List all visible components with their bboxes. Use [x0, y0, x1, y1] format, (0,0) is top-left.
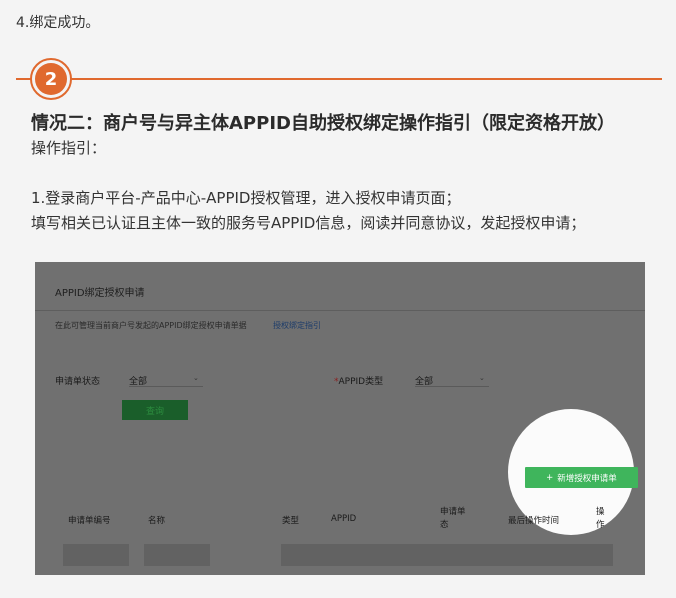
plus-icon: +	[546, 472, 554, 483]
filter-type-label: *APPID类型	[334, 374, 383, 387]
table-header-number: 申请单编号	[68, 516, 111, 526]
table-header-appid: APPID	[331, 514, 357, 524]
section-divider	[16, 78, 662, 80]
filter-type-label-text: APPID类型	[338, 377, 384, 387]
table-header-type: 类型	[282, 516, 300, 526]
screenshot-description: 在此可管理当前商户号发起的APPID绑定授权申请单据	[55, 321, 247, 330]
row-placeholder	[63, 544, 129, 566]
filter-status-label: 申请单状态	[55, 377, 101, 387]
step1-line1: 1.登录商户平台-产品中心-APPID授权管理，进入授权申请页面；	[31, 189, 461, 207]
chevron-down-icon: ⌄	[193, 374, 199, 382]
filter-status-select[interactable]: 全部 ⌄	[129, 370, 203, 387]
query-button[interactable]: 查询	[122, 400, 188, 420]
top-line: 4.绑定成功。	[16, 15, 100, 31]
guide-link[interactable]: 授权绑定指引	[273, 320, 321, 331]
section-number-badge: 2	[35, 63, 67, 95]
section-heading: 情况二：商户号与异主体APPID自助授权绑定操作指引（限定资格开放）	[31, 113, 615, 134]
row-placeholder	[281, 544, 613, 566]
screenshot-title: APPID绑定授权申请	[55, 288, 145, 299]
embedded-screenshot: APPID绑定授权申请 在此可管理当前商户号发起的APPID绑定授权申请单据 授…	[35, 262, 645, 575]
screenshot-divider	[35, 310, 645, 311]
table-header-name: 名称	[148, 516, 166, 526]
select-underline	[415, 386, 489, 387]
row-placeholder	[144, 544, 210, 566]
filter-type-select[interactable]: 全部 ⌄	[415, 370, 489, 387]
section-subheading: 操作指引：	[31, 139, 107, 157]
table-header-status-line1: 申请单	[440, 507, 466, 517]
add-authorization-label: 新增授权申请单	[557, 473, 617, 484]
chevron-down-icon: ⌄	[479, 374, 485, 382]
table-header-action: 操 作	[596, 506, 605, 532]
add-authorization-button[interactable]: + 新增授权申请单	[525, 467, 638, 488]
table-header-status-line3: 态	[440, 520, 449, 530]
select-underline	[129, 386, 203, 387]
table-header-action-line2: 作	[596, 520, 605, 530]
table-header-status: 申请单 态	[440, 506, 466, 532]
step1-line2: 填写相关已认证且主体一致的服务号APPID信息，阅读并同意协议，发起授权申请；	[31, 214, 586, 232]
table-header-last-time: 最后操作时间	[508, 516, 560, 526]
table-header-action-line1: 操	[596, 507, 605, 517]
